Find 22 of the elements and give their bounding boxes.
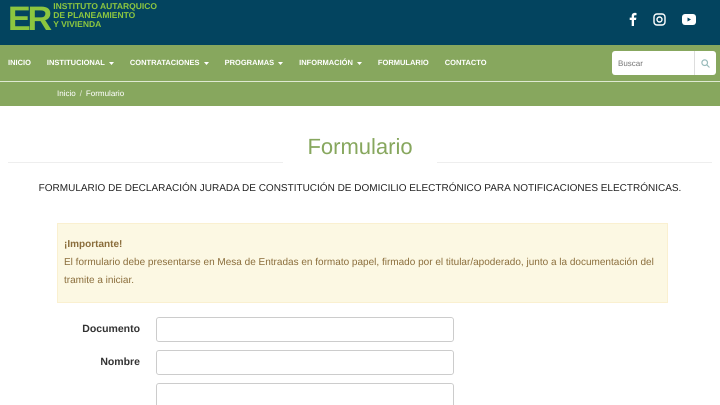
org-name-line: Y VIVIENDA <box>53 20 102 29</box>
instagram-icon[interactable] <box>653 12 666 26</box>
description-text: FORMULARIO DE DECLARACIÓN JURADA DE CONSTITUCIÓN DE DOMICILIO ELECTRÓNICO PARA NOTIFICACIONES ELECTRÓNICAS. <box>38 181 682 196</box>
search-icon <box>701 58 710 68</box>
search-field[interactable]: Buscar <box>612 51 694 75</box>
search-button[interactable] <box>694 51 716 75</box>
field-label: Documento <box>81 322 141 337</box>
facebook-icon[interactable] <box>628 12 637 26</box>
page-title: Formulario <box>306 133 414 161</box>
alert-title: ¡Importante! <box>64 238 124 252</box>
field-label: Nombre <box>99 354 141 370</box>
breadcrumb-separator: / <box>80 88 82 100</box>
alert-text: El formulario debe presentarse en Mesa de Entradas en formato papel, firmado por el titular/apoderado, junto a la documentación del tramite a iniciar. <box>64 256 655 288</box>
input-field[interactable] <box>156 317 454 342</box>
breadcrumb-current: Formulario <box>86 88 124 100</box>
input-field[interactable] <box>156 383 454 405</box>
input-field[interactable] <box>156 350 454 375</box>
breadcrumb-link[interactable]: Inicio <box>57 88 76 100</box>
org-name-line: DE PLANEAMIENTO <box>53 10 136 20</box>
org-name-line: INSTITUTO AUTARQUICO <box>53 2 157 11</box>
logo[interactable]: ER <box>8 2 50 36</box>
youtube-icon[interactable] <box>682 14 696 24</box>
